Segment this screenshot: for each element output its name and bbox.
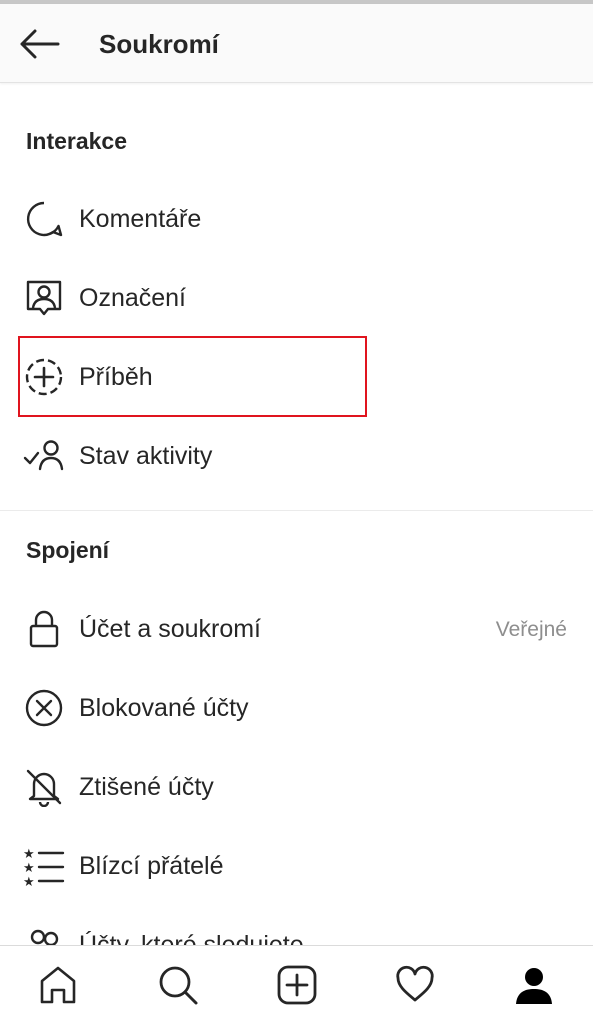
tab-profile[interactable] xyxy=(509,960,559,1010)
back-button[interactable] xyxy=(14,22,64,66)
settings-item-comments[interactable]: Komentáře xyxy=(0,184,593,254)
arrow-left-icon xyxy=(18,29,60,59)
bottom-tab-bar xyxy=(0,945,593,1025)
tab-search[interactable] xyxy=(153,960,203,1010)
blocked-icon xyxy=(22,688,66,728)
settings-item-label: Stav aktivity xyxy=(79,442,213,470)
heart-icon xyxy=(394,964,436,1006)
profile-icon xyxy=(513,964,555,1006)
tab-activity[interactable] xyxy=(390,960,440,1010)
settings-item-label: Účty, které sledujete xyxy=(79,931,304,945)
settings-item-blocked-accounts[interactable]: Blokované účty xyxy=(0,673,593,743)
settings-item-following-accounts[interactable]: Účty, které sledujete xyxy=(0,910,593,945)
page-title: Soukromí xyxy=(99,29,219,59)
app-header: Soukromí xyxy=(0,4,593,83)
muted-bell-icon xyxy=(22,767,66,807)
settings-item-close-friends[interactable]: ★ ★ ★ Blízcí přátelé xyxy=(0,831,593,901)
activity-status-icon xyxy=(22,436,66,476)
new-post-icon xyxy=(276,964,318,1006)
svg-text:★: ★ xyxy=(23,861,35,876)
settings-item-muted-accounts[interactable]: Ztišené účty xyxy=(0,752,593,822)
svg-text:★: ★ xyxy=(23,875,35,886)
home-icon xyxy=(37,964,79,1006)
settings-item-account-privacy[interactable]: Účet a soukromí Veřejné xyxy=(0,594,593,664)
settings-item-label: Blokované účty xyxy=(79,694,249,722)
tab-home[interactable] xyxy=(33,960,83,1010)
account-privacy-value: Veřejné xyxy=(495,618,567,641)
settings-item-label: Blízcí přátelé xyxy=(79,852,224,880)
section-divider xyxy=(0,510,593,511)
settings-list[interactable]: Interakce Komentáře Označení Příběh Stav… xyxy=(0,83,593,945)
settings-item-activity-status[interactable]: Stav aktivity xyxy=(0,421,593,491)
settings-item-label: Účet a soukromí xyxy=(79,615,262,643)
lock-icon xyxy=(22,609,66,649)
comment-icon xyxy=(22,199,66,239)
section-title-interakce: Interakce xyxy=(26,128,128,154)
svg-text:★: ★ xyxy=(23,847,35,862)
highlight-box xyxy=(18,336,367,417)
close-friends-icon: ★ ★ ★ xyxy=(22,846,66,886)
settings-item-label: Označení xyxy=(79,284,187,312)
tab-new-post[interactable] xyxy=(272,960,322,1010)
section-title-spojeni: Spojení xyxy=(26,537,110,563)
search-icon xyxy=(157,964,199,1006)
following-icon xyxy=(22,925,66,945)
tag-person-icon xyxy=(22,278,66,318)
settings-item-label: Ztišené účty xyxy=(79,773,214,801)
settings-item-label: Komentáře xyxy=(79,205,202,233)
settings-item-tags[interactable]: Označení xyxy=(0,263,593,333)
